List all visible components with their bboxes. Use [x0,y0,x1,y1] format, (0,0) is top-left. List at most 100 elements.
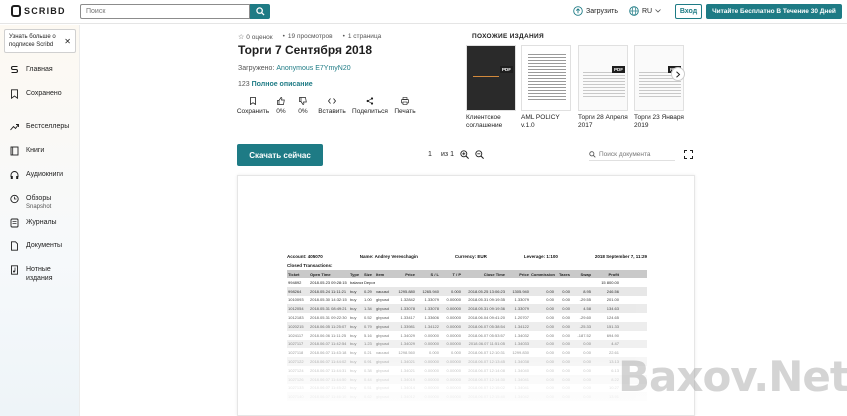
uploaded-by: Загружено: Anonymous E7YmyN20 [238,65,351,72]
free-trial-button[interactable]: Читайте Бесплатно В Течение 30 Дней [706,4,842,19]
similar-item[interactable]: PDF Торги 23 Января 2019 [634,45,686,130]
table-cell: 0.00 [546,323,554,329]
table-cell: 1.34032 [514,332,529,338]
scribd-logo[interactable]: SCRIBD [11,5,66,17]
zoom-in-icon[interactable] [460,150,469,159]
subscription-promo[interactable]: Узнать больше о подписке Scribd ✕ [4,29,76,53]
table-cell: buy [350,306,357,312]
table-cell: 0.00 [546,297,554,303]
pdf-badge: PDF [500,66,513,73]
page-number-input[interactable]: 1 [425,151,435,158]
similar-thumbnail [521,45,571,111]
fullscreen-icon[interactable] [684,150,693,159]
table-cell: 15 800.00 [601,279,619,285]
table-cell: 2018.05.30 14:32:15 [310,297,347,303]
page-title: Торги 7 Сентября 2018 [238,43,373,57]
document-icon [10,241,19,251]
sidebar-item-bestsellers[interactable]: Бестселлеры [0,122,80,132]
share-button[interactable]: Поделиться [350,97,390,115]
similar-item[interactable]: PDF Клиентское соглашение [466,45,518,130]
sidebar-item-snapshot[interactable]: Обзоры Snapshot [0,194,80,212]
zoom-out-icon[interactable] [475,150,484,159]
table-cell: 1.33079 [514,306,529,312]
table-cell: 2018.05.31 09:19:36 [468,306,505,312]
watermark: Baxov.Net [618,352,847,401]
table-cell: Price [405,271,415,277]
sidebar-item-saved[interactable]: Сохранено [0,89,80,99]
scribd-page: SCRIBD Загрузить RU [0,0,847,416]
search-button[interactable] [250,4,270,19]
embed-button[interactable]: Вставить [314,97,350,115]
table-cell: 2018.06.07 05:53:57 [468,332,505,338]
table-cell: 1.33981 [400,323,415,329]
sidebar-item-books[interactable]: Книги [0,146,80,156]
author-link[interactable]: Anonymous E7YmyN20 [276,65,350,72]
star-icon: ☆ [238,34,245,41]
table-cell: 151.33 [606,323,619,329]
table-cell: Price [519,271,529,277]
upload-link[interactable]: Загрузить [573,6,618,16]
similar-label: Торги 28 Апреля 2017 [578,114,628,129]
like-button[interactable]: 0% [270,97,292,115]
trend-icon [10,122,19,132]
similar-item[interactable]: AML POLICY v.1.0 [521,45,573,130]
sidebar-item-home[interactable]: Главная [0,65,80,75]
sidebar-item-label: Главная [26,66,53,73]
action-label: Печать [394,108,416,115]
similar-thumbnail: PDF [466,45,516,111]
table-cell: 1.34122 [424,323,439,329]
thumbs-down-icon [299,97,307,105]
table-cell: gbpusd [376,332,390,338]
dislike-button[interactable]: 0% [292,97,314,115]
table-cell: 2018.05.31 09:22:30 [310,315,347,321]
rating-meta[interactable]: ☆ 0 оценок [238,33,273,42]
sidebar-item-documents[interactable]: Документы [0,241,80,251]
sidebar-item-audiobooks[interactable]: Аудиокниги [0,170,80,180]
table-cell: 0.52 [364,315,372,321]
sidebar-item-label: Сохранено [26,90,62,97]
table-cell: 1.33078 [424,306,439,312]
table-cell: 2018.05.31 09:19:35 [468,297,505,303]
upload-icon [573,6,583,16]
table-cell: -29.55 [579,297,591,303]
similar-label: AML POLICY v.1.0 [521,114,560,129]
bullet-icon: • [282,33,285,40]
document-search[interactable]: Поиск документа [589,149,675,161]
table-cell: 0.00000 [446,332,461,338]
table-cell: Taxes [558,271,570,277]
login-button[interactable]: Вход [675,4,702,19]
similar-item[interactable]: PDF Торги 28 Апреля 2017 [578,45,630,130]
sidebar-item-magazines[interactable]: Журналы [0,218,80,228]
table-header-row: Ticket Open Time Type Size Item Price S / L T /… [287,270,647,278]
table-cell: 0.00 [562,332,570,338]
similar-label: Клиентское соглашение [466,114,503,129]
table-cell: 1265.940 [422,288,439,294]
table-cell: buy [350,323,357,329]
table-cell: 2018.05.25 13:06:23 [468,288,505,294]
scribd-home-icon [10,65,19,75]
date-label: 2018 September 7, 11:29 [594,254,647,259]
language-selector[interactable]: RU [629,6,661,16]
table-cell: 0.00000 [424,332,439,338]
table-cell: 2018.06.07 05:38:54 [468,323,505,329]
table-cell: buy [350,297,357,303]
currency-label: Currency: EUR [454,254,487,259]
carousel-next-button[interactable] [671,67,685,81]
pages-meta: • 1 страница [343,33,382,41]
table-cell: 2018.06.04 09:41:20 [468,315,505,321]
close-icon[interactable]: ✕ [64,38,71,46]
table-cell: 2018.06.06 11:11:25 [310,332,347,338]
print-button[interactable]: Печать [390,97,420,115]
table-cell: 1.33417 [400,315,415,321]
table-cell: 1012183 [288,315,304,321]
table-cell: 1.33079 [514,297,529,303]
full-description-link[interactable]: Полное описание [252,81,313,88]
sidebar-item-sheet-music[interactable]: Нотные издания [0,265,80,283]
save-button[interactable]: Сохранить [236,97,270,115]
download-button[interactable]: Скачать сейчас [237,144,323,166]
table-row: 1020215 2018.06.05 11:25:07 buy 0.79 gbpusd 1… [287,321,647,331]
sidebar-item-label: Книги [26,147,45,154]
table-cell: Deposit #968790 [364,279,375,285]
search-input[interactable] [80,4,250,19]
table-cell: xauusd [376,288,389,294]
